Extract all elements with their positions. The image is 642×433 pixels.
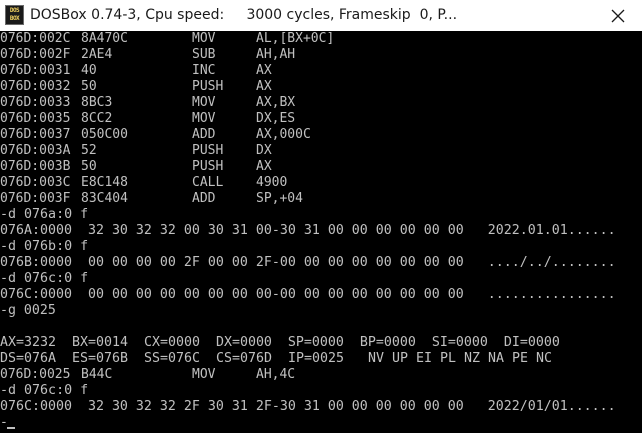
disasm-address: 076D:002C [0,31,71,46]
disasm-bytes: 52 [81,143,97,158]
disasm-opcode: MOV [192,111,216,126]
disasm-bytes: 40 [81,63,97,78]
disasm-address: 076D:0025 [0,367,71,382]
disasm-address: 076D:0032 [0,79,71,94]
disasm-opcode: MOV [192,95,216,110]
dump-command: -d 076c:0 f [0,271,89,286]
disasm-line: 076D:0033 8BC3 MOV AX,BX [0,95,295,111]
dos-console[interactable]: 076D:002C 8A470C MOV AL,[BX+0C] 076D:002… [0,31,642,433]
disasm-operands: AX,000C [256,127,311,142]
app-icon-text-bottom: BOX [9,15,20,22]
text-cursor [7,427,15,429]
disasm-operands: AL,[BX+0C] [256,31,335,46]
disasm-opcode: SUB [192,47,216,62]
disasm-line: 076D:003F 83C404 ADD SP,+04 [0,191,303,207]
memory-dump-line: 076C:0000 00 00 00 00 00 00 00 00-00 00 … [0,287,616,302]
disasm-line: 076D:003A 52 PUSH DX [0,143,272,159]
disasm-line: 076D:0032 50 PUSH AX [0,79,272,95]
dump-command: -d 076b:0 f [0,239,89,254]
disasm-line: 076D:0035 8CC2 MOV DX,ES [0,111,295,127]
disasm-line: 076D:002C 8A470C MOV AL,[BX+0C] [0,31,334,47]
disasm-operands: DX,ES [256,111,296,126]
disasm-operands: AX [256,79,272,94]
current-instruction-line: 076D:0025 B44C MOV AH,4C [0,367,295,383]
disasm-bytes: 050C00 [81,127,128,142]
disasm-address: 076D:0035 [0,111,71,126]
dosbox-window: DOS BOX DOSBox 0.74-3, Cpu speed: 3000 c… [0,0,642,433]
disasm-opcode: PUSH [192,159,224,174]
disasm-bytes: 8A470C [81,31,128,46]
dump-command: -d 076c:0 f [0,383,89,398]
disasm-address: 076D:003B [0,159,71,174]
close-icon [611,9,625,22]
disasm-operands: AH,AH [256,47,296,62]
close-button[interactable] [594,0,642,31]
disasm-bytes: 83C404 [81,191,128,206]
memory-dump-line: 076A:0000 32 30 32 32 00 30 31 00-30 31 … [0,223,616,238]
register-line: AX=3232 BX=0014 CX=0000 DX=0000 SP=0000 … [0,335,560,350]
disasm-bytes: 50 [81,79,97,94]
window-title: DOSBox 0.74-3, Cpu speed: 3000 cycles, F… [30,7,458,23]
disasm-operands: AX [256,159,272,174]
disasm-bytes: 50 [81,159,97,174]
disasm-opcode: INC [192,63,216,78]
memory-dump-line: 076C:0000 32 30 32 32 2F 30 31 2F-30 31 … [0,399,616,414]
disasm-operands: AX [256,63,272,78]
disasm-opcode: CALL [192,175,224,190]
disasm-opcode: MOV [192,31,216,46]
disasm-operands: SP,+04 [256,191,303,206]
disasm-bytes: 8BC3 [81,95,113,110]
dosbox-app-icon[interactable]: DOS BOX [5,5,24,25]
disasm-address: 076D:003F [0,191,71,206]
disasm-operands: AH,4C [256,367,296,382]
disasm-address: 076D:003C [0,175,71,190]
disasm-address: 076D:0033 [0,95,71,110]
disasm-bytes: B44C [81,367,113,382]
register-flags-line: DS=076A ES=076B SS=076C CS=076D IP=0025 … [0,351,553,366]
disasm-line: 076D:0037 050C00 ADD AX,000C [0,127,311,143]
app-icon-text-top: DOS [9,7,20,14]
disasm-address: 076D:0037 [0,127,71,142]
disasm-bytes: 2AE4 [81,47,113,62]
disasm-address: 076D:002F [0,47,71,62]
disasm-line: 076D:003B 50 PUSH AX [0,159,272,175]
memory-dump-line: 076B:0000 00 00 00 00 2F 00 00 2F-00 00 … [0,255,616,270]
disasm-bytes: 8CC2 [81,111,113,126]
dump-command: -d 076a:0 f [0,207,89,222]
disasm-operands: AX,BX [256,95,296,110]
disasm-opcode: PUSH [192,143,224,158]
disasm-line: 076D:0031 40 INC AX [0,63,272,79]
disasm-opcode: ADD [192,191,216,206]
title-bar[interactable]: DOS BOX DOSBox 0.74-3, Cpu speed: 3000 c… [0,0,642,31]
disasm-line: 076D:002F 2AE4 SUB AH,AH [0,47,295,63]
disasm-address: 076D:003A [0,143,71,158]
disasm-opcode: ADD [192,127,216,142]
disasm-address: 076D:0031 [0,63,71,78]
disasm-bytes: E8C148 [81,175,128,190]
disasm-operands: DX [256,143,272,158]
disasm-opcode: PUSH [192,79,224,94]
disasm-line: 076D:003C E8C148 CALL 4900 [0,175,287,191]
disasm-opcode: MOV [192,367,216,382]
disasm-operands: 4900 [256,175,288,190]
go-command: -g 0025 [0,303,56,318]
